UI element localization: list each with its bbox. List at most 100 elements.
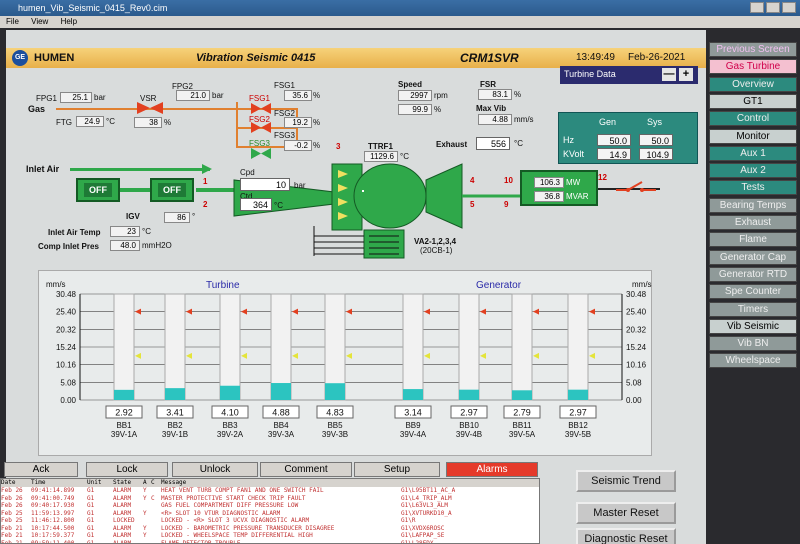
- y-tick-left: 0.00: [60, 396, 76, 405]
- inlet-off-button-2[interactable]: OFF: [150, 178, 194, 202]
- nav-monitor[interactable]: Monitor: [709, 128, 797, 144]
- nav-aux-1[interactable]: Aux 1: [709, 145, 797, 161]
- nav-aux-2[interactable]: Aux 2: [709, 163, 797, 179]
- alarm-row[interactable]: Feb 21 10:17:44.500 G1 ALARM Y LOCKED - BAROM…: [1, 525, 539, 533]
- nav-exhaust[interactable]: Exhaust: [709, 215, 797, 230]
- minus-button[interactable]: —: [662, 68, 676, 81]
- alarm-time: 09:41:14.899: [31, 487, 75, 494]
- warning-arrow-icon: [589, 352, 595, 359]
- warning-arrow-icon: [292, 352, 298, 359]
- nav-bearing-temps[interactable]: Bearing Temps: [709, 197, 797, 213]
- nav-previous-screen[interactable]: Previous Screen: [709, 42, 797, 57]
- nav-vib-bn[interactable]: Vib BN: [709, 336, 797, 352]
- igv-value: 86: [164, 212, 190, 223]
- speed-label: Speed: [398, 80, 423, 89]
- alarm-row[interactable]: Feb 25 11:59:13.997 G1 ALARM Y <R> SLOT 10 VT…: [1, 510, 539, 518]
- menu-file[interactable]: File: [6, 17, 19, 26]
- y-tick-left: 15.24: [56, 343, 77, 352]
- bar-bb3: [220, 385, 240, 400]
- alarm-arrow-icon: [589, 308, 595, 315]
- y-tick-left: 30.48: [56, 290, 77, 299]
- speed-rpm-unit: rpm: [434, 91, 448, 100]
- fsg1-valve-icon[interactable]: [251, 103, 271, 114]
- nav-flame[interactable]: Flame: [709, 232, 797, 248]
- vsr-valve-icon[interactable]: [137, 102, 163, 114]
- alarm-row[interactable]: Feb 21 09:59:11.400 G1 ALARM FLAME DETECTOR …: [1, 540, 539, 544]
- alarm-unit: G1: [87, 517, 95, 524]
- unlock-button[interactable]: Unlock: [172, 462, 258, 477]
- close-button[interactable]: [782, 2, 796, 13]
- inlet-temp-unit: °C: [142, 227, 151, 236]
- comment-button[interactable]: Comment: [260, 462, 352, 477]
- alarm-list[interactable]: Date Time Unit State A C Message Feb 26 09:41:1…: [0, 478, 540, 544]
- alarm-state: ALARM: [113, 532, 132, 539]
- maxvib-value: 4.88: [478, 114, 512, 125]
- alarm-row[interactable]: Feb 26 09:41:00.749 G1 ALARM Y C MASTER PROTEC…: [1, 495, 539, 503]
- inlet-off-button-1[interactable]: OFF: [76, 178, 120, 202]
- diagnostic-reset-button[interactable]: Diagnostic Reset: [576, 528, 676, 544]
- plus-button[interactable]: +: [679, 68, 693, 81]
- nav-timers[interactable]: Timers: [709, 301, 797, 317]
- bar-category-label: BB2: [167, 421, 183, 430]
- alarm-state: LOCKED: [113, 517, 135, 524]
- nav-control[interactable]: Control: [709, 111, 797, 127]
- window-controls: [748, 2, 796, 15]
- combustor-body: [353, 163, 427, 229]
- nav-generator-rtd[interactable]: Generator RTD: [709, 266, 797, 282]
- alarm-message: LOCKED - WHEELSPACE TEMP DIFFERENTIAL HI…: [161, 532, 313, 539]
- col-unit: Unit: [87, 479, 102, 486]
- setup-button[interactable]: Setup: [354, 462, 440, 477]
- alarm-date: Feb 26: [1, 502, 23, 509]
- alarm-time: 10:17:59.377: [31, 532, 75, 539]
- nav-tests[interactable]: Tests: [709, 180, 797, 196]
- alarm-tag: G1\XVTURKD10_A: [401, 509, 452, 517]
- lock-button[interactable]: Lock: [86, 462, 168, 477]
- alarm-unit: G1: [87, 509, 95, 517]
- va-sublabel: (20CB-1): [420, 246, 453, 255]
- fsg2-valve-icon[interactable]: [251, 122, 271, 133]
- bar-background: [219, 293, 241, 401]
- alarm-arrow-icon: [533, 308, 539, 315]
- minimize-button[interactable]: [750, 2, 764, 13]
- alarm-a: Y: [143, 487, 147, 494]
- ftg-unit: °C: [106, 117, 115, 126]
- alarm-row[interactable]: Feb 25 11:46:12.800 G1 LOCKED LOCKED - <R> S…: [1, 517, 539, 525]
- window-title-bar: humen_Vib_Seismic_0415_Rev0.cim: [0, 0, 800, 16]
- alarm-row[interactable]: Feb 26 09:41:14.899 G1 ALARM Y HEAT VENT TURB…: [1, 487, 539, 495]
- alarm-tag: G1\R: [401, 517, 416, 524]
- alarms-button[interactable]: Alarms: [446, 462, 538, 477]
- igv-label: IGV: [126, 212, 140, 221]
- menu-view[interactable]: View: [31, 17, 48, 26]
- seismic-trend-button[interactable]: Seismic Trend: [576, 470, 676, 492]
- stage-number-10: 10: [504, 176, 513, 185]
- breaker-icon[interactable]: [616, 178, 656, 202]
- stage-number-3: 3: [336, 142, 341, 151]
- nav-vib-seismic[interactable]: Vib Seismic: [709, 318, 797, 334]
- alarm-tag: G1\XVDX6ROSC: [401, 524, 445, 532]
- alarm-row[interactable]: Feb 21 10:17:59.377 G1 ALARM Y LOCKED - WHEEL…: [1, 532, 539, 540]
- bar-value-label: 3.14: [404, 408, 422, 418]
- alarm-time: 11:46:12.800: [31, 517, 75, 524]
- fpg2-value: 21.0: [176, 90, 210, 101]
- y-tick-right: 0.00: [626, 396, 642, 405]
- org-name: HUMEN: [34, 52, 75, 64]
- nav-wheelspace[interactable]: Wheelspace: [709, 353, 797, 369]
- col-a: A: [143, 479, 147, 486]
- nav-overview[interactable]: Overview: [709, 76, 797, 92]
- alarm-list-header: Date Time Unit State A C Message: [1, 479, 539, 487]
- ack-button[interactable]: Ack: [4, 462, 78, 477]
- alarm-date: Feb 25: [1, 509, 23, 517]
- nav-generator-cap[interactable]: Generator Cap: [709, 249, 797, 265]
- gen-mvar-value: 36.8: [534, 191, 564, 202]
- fpg1-value: 25.1: [60, 92, 92, 103]
- turbine-data-selector[interactable]: Turbine Data — +: [560, 66, 698, 84]
- nav-gas-turbine[interactable]: Gas Turbine: [709, 59, 797, 75]
- maximize-button[interactable]: [766, 2, 780, 13]
- nav-gt1[interactable]: GT1: [709, 93, 797, 109]
- nav-spe-counter[interactable]: Spe Counter: [709, 284, 797, 300]
- master-reset-button[interactable]: Master Reset: [576, 502, 676, 524]
- menu-help[interactable]: Help: [61, 17, 77, 26]
- fsr-unit: %: [514, 90, 522, 99]
- bar-background: [164, 293, 186, 401]
- alarm-row[interactable]: Feb 26 09:40:17.930 G1 ALARM GAS FUEL COMPAR…: [1, 502, 539, 510]
